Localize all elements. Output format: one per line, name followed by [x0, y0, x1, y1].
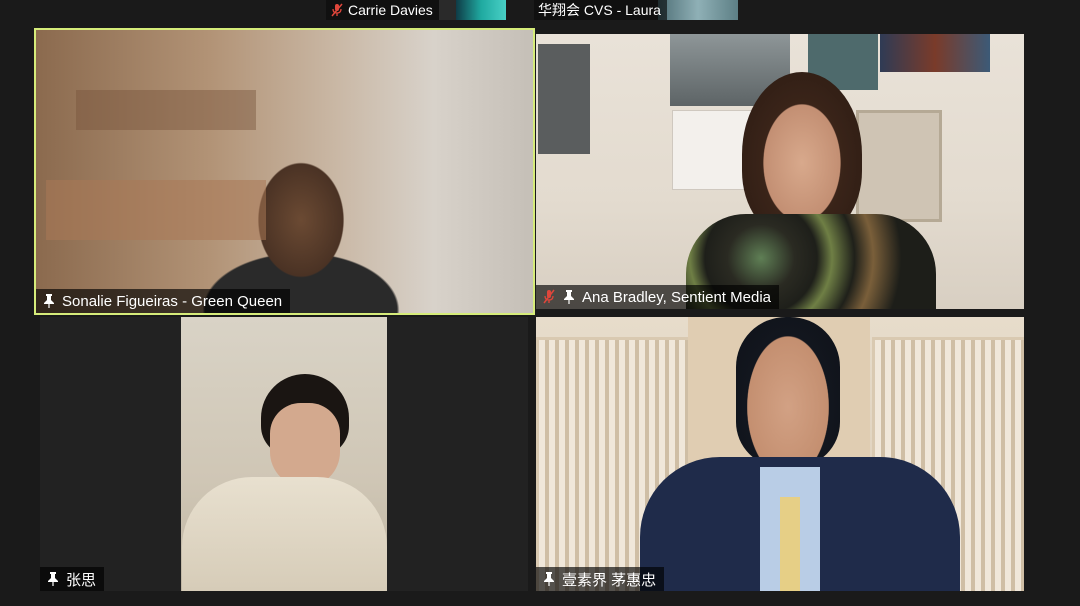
pin-icon: [42, 293, 56, 309]
wall-picture: [880, 34, 990, 72]
pin-icon: [542, 571, 556, 587]
pin-icon: [562, 289, 576, 305]
participant-name: 壹素界 茅惠忠: [562, 571, 657, 589]
video-feed: [36, 30, 533, 313]
wall-picture: [538, 44, 590, 154]
video-tile-zhang-si[interactable]: 张思: [40, 317, 528, 591]
participant-name: 张思: [66, 571, 97, 589]
participant-name-tag: Ana Bradley, Sentient Media: [536, 285, 780, 309]
video-tile-mao-huizhong[interactable]: 壹素界 茅惠忠: [536, 317, 1024, 591]
participant-name-tag: Sonalie Figueiras - Green Queen: [36, 289, 291, 313]
participant-name: Sonalie Figueiras - Green Queen: [62, 292, 283, 310]
participant-head: [736, 317, 840, 467]
participant-head: [742, 72, 862, 237]
participant-name: Ana Bradley, Sentient Media: [582, 288, 772, 306]
participant-face: [270, 403, 340, 487]
video-tile-sonalie-figueiras[interactable]: Sonalie Figueiras - Green Queen: [34, 28, 535, 315]
thumbnail-name-tag: 华翔会 CVS - Laura: [534, 0, 667, 20]
background-bed: [46, 180, 266, 240]
thumbnail-cvs-laura[interactable]: 华翔会 CVS - Laura: [534, 0, 738, 20]
video-tile-ana-bradley[interactable]: Ana Bradley, Sentient Media: [536, 34, 1024, 309]
video-preview: [456, 0, 506, 20]
video-preview: [658, 0, 738, 20]
participant-name: Carrie Davies: [348, 2, 433, 18]
background-wall: [76, 90, 256, 130]
participant-name-tag: 张思: [40, 567, 105, 591]
participant-tie: [780, 497, 800, 591]
participant-name: 华翔会 CVS - Laura: [538, 2, 661, 18]
wall-picture: [856, 110, 942, 222]
thumbnail-carrie-davies[interactable]: Carrie Davies: [326, 0, 506, 20]
participant-body: [182, 477, 387, 591]
participant-name-tag: 壹素界 茅惠忠: [536, 567, 665, 591]
microphone-muted-icon: [542, 289, 556, 305]
pin-icon: [46, 571, 60, 587]
wall-calendar: [672, 110, 752, 190]
microphone-muted-icon: [330, 3, 344, 17]
thumbnail-name-tag: Carrie Davies: [326, 0, 439, 20]
